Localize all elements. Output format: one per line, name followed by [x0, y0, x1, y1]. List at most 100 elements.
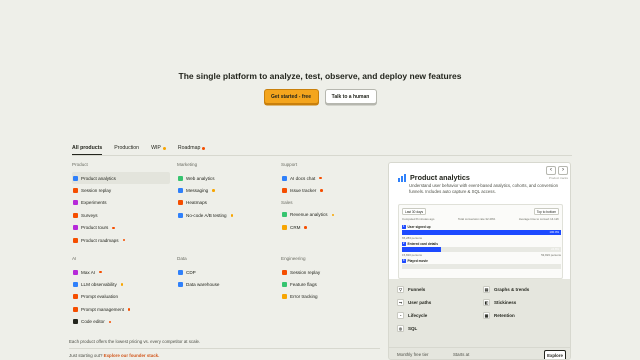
tab-all-products[interactable]: All products [72, 145, 103, 155]
menu-item-no-code-a-b-testing[interactable]: No-code A/B testing [177, 209, 277, 221]
menu-item-product-analytics[interactable]: Product analytics [72, 172, 170, 185]
funnel-icon: ▽ [397, 286, 404, 293]
menu-item-prompt-evaluation[interactable]: Prompt evaluation [72, 291, 172, 303]
cdp-icon [178, 269, 183, 275]
menu-item-label: AI docs chat [290, 175, 316, 181]
menu-item-issue-tracker[interactable]: Issue tracker [281, 184, 381, 196]
menu-item-revenue-analytics[interactable]: Revenue analytics [281, 209, 381, 221]
step-meta: 65,283 persons [402, 236, 561, 240]
status-dot-icon [304, 226, 307, 229]
menu-item-web-analytics[interactable]: Web analytics [177, 172, 277, 184]
footnote-divider [69, 348, 380, 349]
date-range-select[interactable]: Last 30 days [402, 208, 427, 215]
menu-item-label: CRM [290, 224, 301, 230]
tab-label: Production [114, 145, 140, 151]
feature-grid: ▽ Funnels ▤ Graphs & trends ⤳ User paths ◧ Stic… [397, 285, 567, 333]
menu-item-prompt-management[interactable]: Prompt management [72, 303, 172, 315]
menu-item-label: Heatmaps [186, 200, 207, 206]
check-icon [73, 294, 78, 300]
crm-icon [282, 224, 287, 230]
talk-to-human-button[interactable]: Talk to a human [324, 89, 377, 104]
message-icon [178, 188, 183, 194]
chat-icon [282, 175, 287, 181]
menu-item-label: Data warehouse [186, 282, 220, 288]
menu-item-session-replay[interactable]: Session replay [72, 184, 172, 196]
retention-icon: ▦ [483, 312, 490, 319]
tab-roadmap[interactable]: Roadmap [178, 145, 206, 154]
heatmap-icon [178, 200, 183, 206]
issue-icon [282, 188, 287, 194]
menu-item-feature-flags[interactable]: Feature flags [281, 278, 381, 290]
get-started-button[interactable]: Get started - free [263, 89, 319, 104]
step-number: 1 [402, 225, 406, 229]
explore-button[interactable]: Explore [544, 350, 566, 359]
funnel-step: 1 User signed up 100.0% 65,283 persons [402, 225, 561, 240]
step-bar-track [402, 264, 561, 269]
menu-item-cdp[interactable]: CDP [177, 266, 277, 278]
menu-item-product-tours[interactable]: Product tours [72, 222, 172, 234]
roadmap-dot-icon [202, 146, 206, 150]
tab-label: All products [72, 145, 103, 151]
sort-select[interactable]: Top to bottom [533, 208, 559, 215]
sql-icon: ◎ [397, 325, 404, 332]
funnel-step: 2 Entered card details 24.8% 15,820 persons… [402, 242, 561, 257]
feature-label: SQL [408, 326, 418, 331]
menu-item-label: Messaging [186, 188, 209, 194]
funnel-step: 3 Played movie [402, 259, 561, 270]
feature-stickiness[interactable]: ◧ Stickiness [483, 298, 567, 307]
founder-stack-link[interactable]: Explore our founder stack. [104, 353, 160, 358]
step-bar-track: 100.0% [402, 230, 561, 235]
panel-title: Product analytics [398, 173, 470, 182]
menu-item-surveys[interactable]: Surveys [72, 209, 172, 221]
step-name: Played movie [407, 259, 428, 263]
feature-funnels[interactable]: ▽ Funnels [397, 285, 483, 294]
tab-divider [72, 155, 572, 156]
tour-icon [73, 225, 78, 231]
step-meta: 15,820 persons 53,823 persons [402, 253, 561, 257]
feature-lifecycle[interactable]: ◔ Lifecycle [397, 311, 483, 320]
roadmap-icon [73, 237, 78, 243]
prev-arrow-icon[interactable]: ‹ [546, 166, 556, 175]
menu-item-heatmaps[interactable]: Heatmaps [177, 197, 277, 209]
menu-item-label: CDP [186, 269, 196, 275]
menu-item-error-tracking[interactable]: Error tracking [281, 291, 381, 303]
free-tier-label: Monthly free tier [397, 352, 429, 357]
menu-item-crm[interactable]: CRM [281, 221, 381, 233]
step-bar [402, 247, 442, 252]
engineering-column: Engineering Session replay Feature flags E… [281, 256, 381, 303]
menu-item-llm-observability[interactable]: LLM observability [72, 278, 172, 290]
step-dropped: 53,823 persons [541, 253, 561, 257]
status-dot-icon [331, 213, 335, 217]
replay-icon [282, 269, 287, 275]
replay-icon [73, 188, 78, 194]
menu-item-messaging[interactable]: Messaging [177, 184, 277, 196]
feature-retention[interactable]: ▦ Retention [483, 311, 567, 320]
product-detail-panel: ‹ › Product tracks Product analytics Und… [388, 162, 571, 360]
menu-item-label: Session replay [290, 269, 321, 275]
menu-item-label: Error tracking [290, 294, 318, 300]
menu-item-code-editor[interactable]: Code editor [72, 316, 172, 328]
tab-wip[interactable]: WIP [151, 145, 166, 154]
tab-production[interactable]: Production [114, 145, 139, 154]
menu-item-product-roadmaps[interactable]: Product roadmaps [72, 234, 172, 246]
graph-icon: ▤ [483, 286, 490, 293]
menu-item-label: Max AI [81, 269, 96, 275]
database-icon [178, 282, 183, 288]
panel-header: ‹ › Product tracks Product analytics Und… [389, 163, 570, 279]
panel-title-text: Product analytics [410, 173, 470, 182]
menu-item-experiments[interactable]: Experiments [72, 197, 172, 209]
menu-item-data-warehouse[interactable]: Data warehouse [177, 278, 277, 290]
menu-item-ai-docs-chat[interactable]: AI docs chat [281, 172, 381, 184]
next-arrow-icon[interactable]: › [558, 166, 568, 175]
feature-label: Retention [494, 313, 515, 318]
product-tabs: All products Production WIP Roadmap [72, 145, 206, 155]
feature-graphs-trends[interactable]: ▤ Graphs & trends [483, 285, 567, 294]
menu-item-label: Product analytics [81, 175, 116, 181]
menu-item-session-replay[interactable]: Session replay [281, 266, 381, 278]
feature-user-paths[interactable]: ⤳ User paths [397, 298, 483, 307]
feature-sql[interactable]: ◎ SQL [397, 324, 483, 333]
sparkle-icon [73, 269, 78, 275]
menu-item-label: Product tours [81, 225, 109, 231]
flask-icon [73, 200, 78, 206]
menu-item-max-ai[interactable]: Max AI [72, 266, 172, 278]
